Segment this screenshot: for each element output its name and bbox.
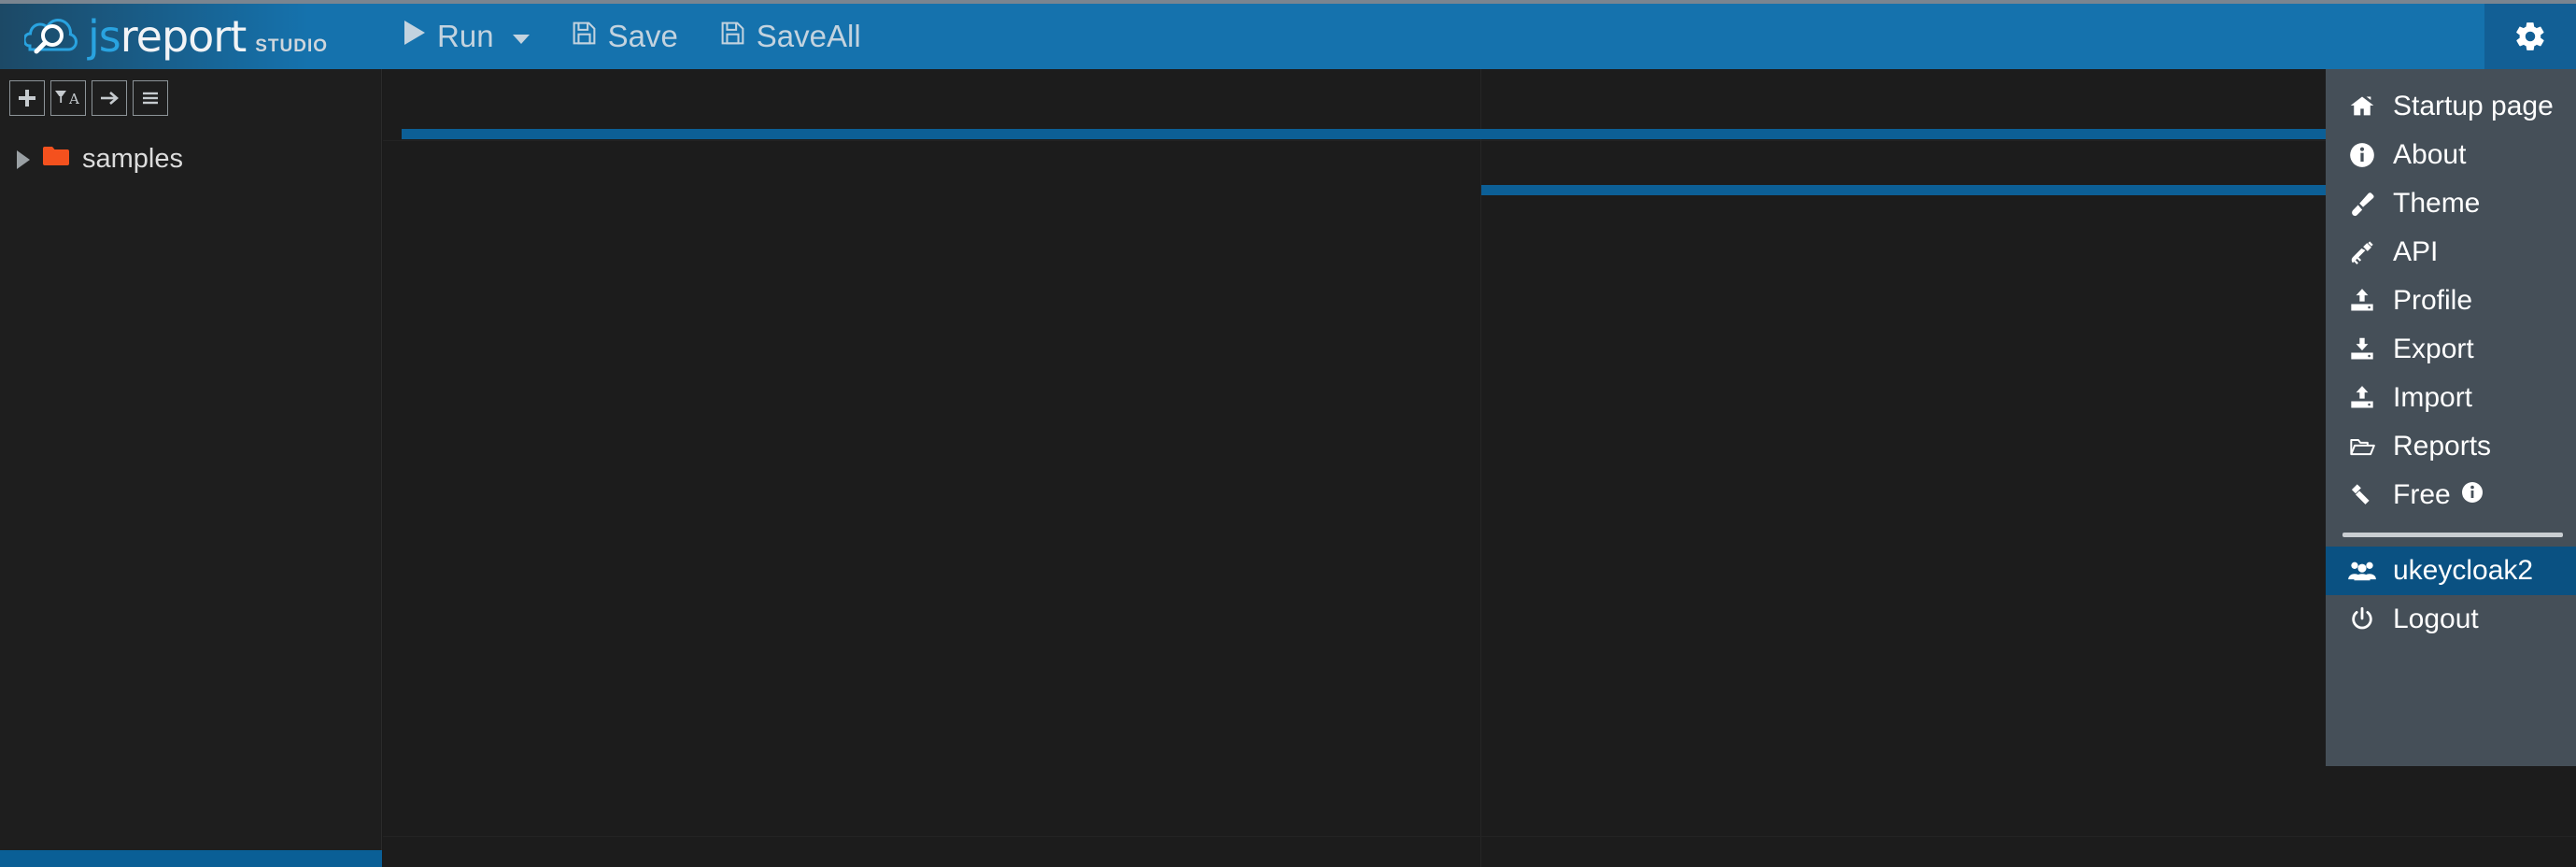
brand-wordmark: js report STUDIO [88,11,328,62]
jsreport-logo-icon [22,12,80,61]
menu-item-user[interactable]: ukeycloak2 [2326,547,2576,595]
paint-brush-icon [2346,191,2378,217]
gavel-icon [2346,482,2378,508]
content-divider-bottom [383,836,2576,837]
brand-report-text: report [120,11,247,62]
run-button-label: Run [437,19,494,53]
folder-open-icon [2346,434,2378,460]
save-button-label: Save [607,19,678,53]
run-button[interactable]: Run [382,4,550,69]
chevron-down-icon[interactable] [512,34,530,44]
content-divider-top [383,140,2576,141]
top-actions: Run Save SaveAll [382,4,882,69]
menu-item-label: Reports [2393,431,2492,462]
floppy-disk-icon [571,19,598,54]
menu-item-label: Export [2393,334,2474,364]
tree-item-samples[interactable]: samples [0,138,381,180]
upload-drive-icon [2346,385,2378,411]
settings-gear-button[interactable] [2484,4,2576,73]
left-sidebar: A samples [0,69,382,867]
filter-sort-button[interactable]: A [50,80,86,116]
menu-item-label: Startup page [2393,91,2554,121]
download-drive-icon [2346,336,2378,362]
floppy-disk-icon [719,19,746,54]
upload-drive-icon [2346,288,2378,314]
chevron-right-icon[interactable] [17,149,30,169]
main-content-area [383,69,2576,867]
menu-item-profile[interactable]: Profile [2326,277,2576,325]
sidebar-progress-bar [0,850,382,867]
menu-item-label: API [2393,236,2439,267]
menu-separator [2342,533,2563,537]
menu-item-label: Logout [2393,604,2479,634]
plug-icon [2346,239,2378,265]
menu-item-label: Free [2393,479,2451,510]
brand-studio-text: STUDIO [255,36,329,56]
menu-item-about[interactable]: About [2326,131,2576,179]
menu-item-startup-page[interactable]: Startup page [2326,82,2576,131]
users-icon [2346,559,2378,583]
brand-logo[interactable]: js report STUDIO [0,4,328,69]
gear-icon [2513,20,2547,58]
menu-item-import[interactable]: Import [2326,374,2576,422]
info-circle-icon [2346,142,2378,168]
menu-item-theme[interactable]: Theme [2326,179,2576,228]
menu-item-label: Profile [2393,285,2473,316]
menu-item-label: Import [2393,382,2473,413]
entity-tree: samples [0,138,381,180]
settings-dropdown-menu: Startup page About Theme API Profile Exp… [2326,69,2576,766]
tree-item-label: samples [82,144,183,174]
menu-item-reports[interactable]: Reports [2326,422,2576,471]
menu-item-label: About [2393,139,2467,170]
svg-text:A: A [68,91,79,107]
menu-item-export[interactable]: Export [2326,325,2576,374]
menu-item-logout[interactable]: Logout [2326,595,2576,644]
info-circle-icon[interactable] [2461,479,2484,511]
menu-item-label-wrap: Free [2393,479,2484,511]
save-button[interactable]: Save [550,4,699,69]
folder-icon [42,144,70,175]
sidebar-toolbar: A [0,69,381,116]
save-all-button[interactable]: SaveAll [699,4,882,69]
top-toolbar: js report STUDIO Run Save SaveAll [0,0,2576,73]
brand-js-text: js [88,11,121,62]
app-root: js report STUDIO Run Save SaveAll A samp… [0,0,2576,867]
menu-item-label: ukeycloak2 [2393,555,2534,586]
hamburger-menu-button[interactable] [133,80,168,116]
arrow-right-button[interactable] [92,80,127,116]
new-entity-button[interactable] [9,80,45,116]
home-icon [2346,93,2378,120]
play-icon [403,19,427,54]
menu-item-label: Theme [2393,188,2481,219]
menu-item-free[interactable]: Free [2326,471,2576,519]
power-icon [2346,606,2378,632]
save-all-button-label: SaveAll [756,19,861,53]
menu-item-api[interactable]: API [2326,228,2576,277]
content-loading-bar-primary [402,129,2572,139]
